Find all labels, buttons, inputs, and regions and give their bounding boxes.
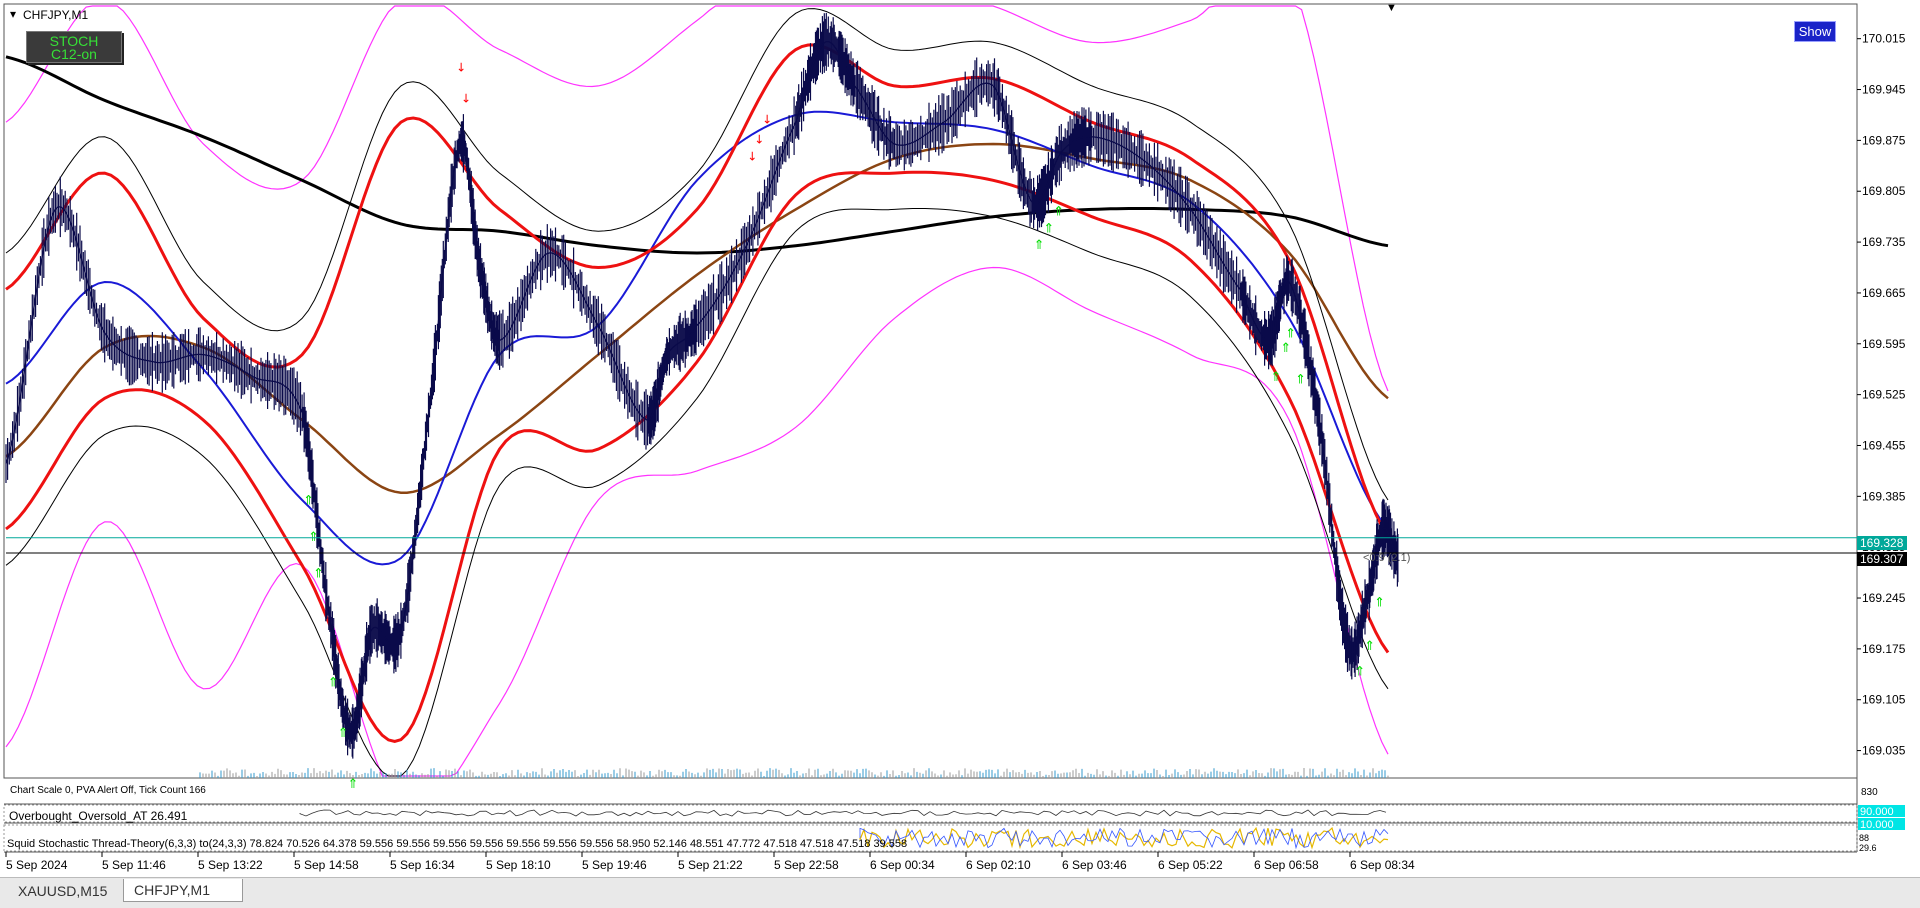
sell-arrow-icon: ↓: [747, 150, 757, 164]
buy-arrow-icon: ⇑: [338, 726, 349, 741]
buy-arrow-icon: ⇑: [1374, 595, 1385, 610]
volume-axis-label: 830: [1861, 787, 1878, 798]
x-tick-label: 6 Sep 08:34: [1350, 858, 1415, 872]
stoch-button-sublabel: C12-on: [51, 46, 97, 62]
tab-chfjpy-m1[interactable]: CHFJPY,M1: [123, 879, 243, 902]
x-tick-label: 6 Sep 02:10: [966, 858, 1031, 872]
chart-scale-info: Chart Scale 0, PVA Alert Off, Tick Count…: [10, 785, 206, 796]
buy-arrow-icon: ⇑: [1280, 341, 1291, 356]
y-tick-label: 169.665: [1862, 286, 1906, 300]
y-tick-label: 169.805: [1862, 184, 1906, 198]
sell-arrow-icon: ↓: [762, 113, 772, 127]
x-tick-label: 5 Sep 13:22: [198, 858, 263, 872]
x-tick-label: 5 Sep 16:34: [390, 858, 455, 872]
time-axis: 5 Sep 2024 5 Sep 11:46 5 Sep 13:22 5 Sep 14…: [5, 852, 1415, 872]
level-10-label: 10.000: [1860, 819, 1894, 831]
y-tick-label: 169.035: [1862, 744, 1906, 758]
sub-axis-label-a: 88: [1859, 833, 1869, 843]
sell-arrow-icon: ↓: [461, 91, 471, 105]
buy-arrow-icon: ⇑: [1285, 327, 1296, 342]
sub-axis-label-b: 29.6: [1859, 843, 1877, 853]
y-tick-label: 170.015: [1862, 32, 1906, 46]
price-axis: 170.015 169.945 169.875 169.805 169.735 169.6…: [1857, 32, 1906, 758]
sell-arrow-icon: ↓: [754, 132, 764, 146]
buy-arrow-icon: ⇑: [1034, 238, 1045, 253]
buy-arrow-icon: ⇑: [1295, 373, 1306, 388]
buy-arrow-icon: ⇑: [313, 566, 324, 581]
buy-arrow-icon: ⇑: [348, 777, 359, 792]
x-tick-label: 6 Sep 00:34: [870, 858, 935, 872]
x-tick-label: 5 Sep 11:46: [102, 858, 166, 872]
y-tick-label: 169.105: [1862, 693, 1906, 707]
x-tick-label: 5 Sep 21:22: [678, 858, 743, 872]
y-tick-label: 169.595: [1862, 337, 1906, 351]
x-tick-label: 5 Sep 22:58: [774, 858, 839, 872]
x-tick-label: 5 Sep 18:10: [486, 858, 551, 872]
chart-symbol-title: CHFJPY,M1: [23, 8, 88, 22]
y-tick-label: 169.175: [1862, 642, 1906, 656]
dropdown-triangle-icon[interactable]: ▾: [10, 7, 16, 21]
buy-arrow-icon: ⇑: [1364, 639, 1375, 654]
y-tick-label: 169.245: [1862, 591, 1906, 605]
stochastic-label: Squid Stochastic Thread-Theory(6,3,3) to…: [7, 838, 907, 850]
y-tick-label: 169.945: [1862, 83, 1906, 97]
buy-arrow-icon: ⇑: [328, 675, 339, 690]
shift-marker-icon[interactable]: ▼: [1386, 2, 1397, 14]
x-tick-label: 5 Sep 19:46: [582, 858, 647, 872]
x-tick-label: 6 Sep 06:58: [1254, 858, 1319, 872]
buy-arrow-icon: ⇑: [1053, 204, 1064, 219]
overbought-label: Overbought_Oversold_AT 26.491: [9, 809, 188, 823]
y-tick-label: 169.525: [1862, 388, 1906, 402]
sell-arrow-icon: ↓: [456, 60, 466, 74]
x-tick-label: 5 Sep 2024: [6, 858, 68, 872]
show-button[interactable]: Show: [1794, 21, 1836, 42]
x-tick-label: 6 Sep 03:46: [1062, 858, 1127, 872]
ob-line: [299, 809, 1387, 817]
ob-dotted-frame: [3, 804, 1858, 823]
ask-price-label: 169.307: [1860, 552, 1904, 566]
stoch-toggle-button[interactable]: STOCH C12-on: [26, 31, 122, 63]
buy-arrow-icon: ⇑: [1043, 221, 1054, 236]
chart-area[interactable]: ⇑⇑⇑⇑⇑⇑⇑⇑⇑⇑⇑⇑⇑⇑⇑⇑↓↓↓↓↓ 170.015169.945169.…: [0, 0, 1920, 907]
level-90-label: 90.000: [1860, 806, 1894, 818]
y-tick-label: 169.875: [1862, 133, 1906, 147]
y-tick-label: 169.385: [1862, 489, 1906, 503]
y-tick-label: 169.735: [1862, 235, 1906, 249]
y-tick-label: 169.455: [1862, 438, 1906, 452]
bid-price-label: 169.328: [1860, 536, 1904, 550]
x-tick-label: 6 Sep 05:22: [1158, 858, 1223, 872]
overbought-panel: [3, 804, 1858, 823]
buy-arrow-icon: ⇑: [1354, 664, 1365, 679]
chart-tabs-bar: [0, 877, 1920, 908]
tab-xauusd-m15[interactable]: XAUUSD,M15: [8, 880, 138, 902]
buy-arrow-icon: ⇑: [303, 494, 314, 509]
buy-arrow-icon: ⇑: [1270, 370, 1281, 385]
cursor-info: <0:9 (2.1): [1363, 552, 1410, 564]
x-tick-label: 5 Sep 14:58: [294, 858, 359, 872]
